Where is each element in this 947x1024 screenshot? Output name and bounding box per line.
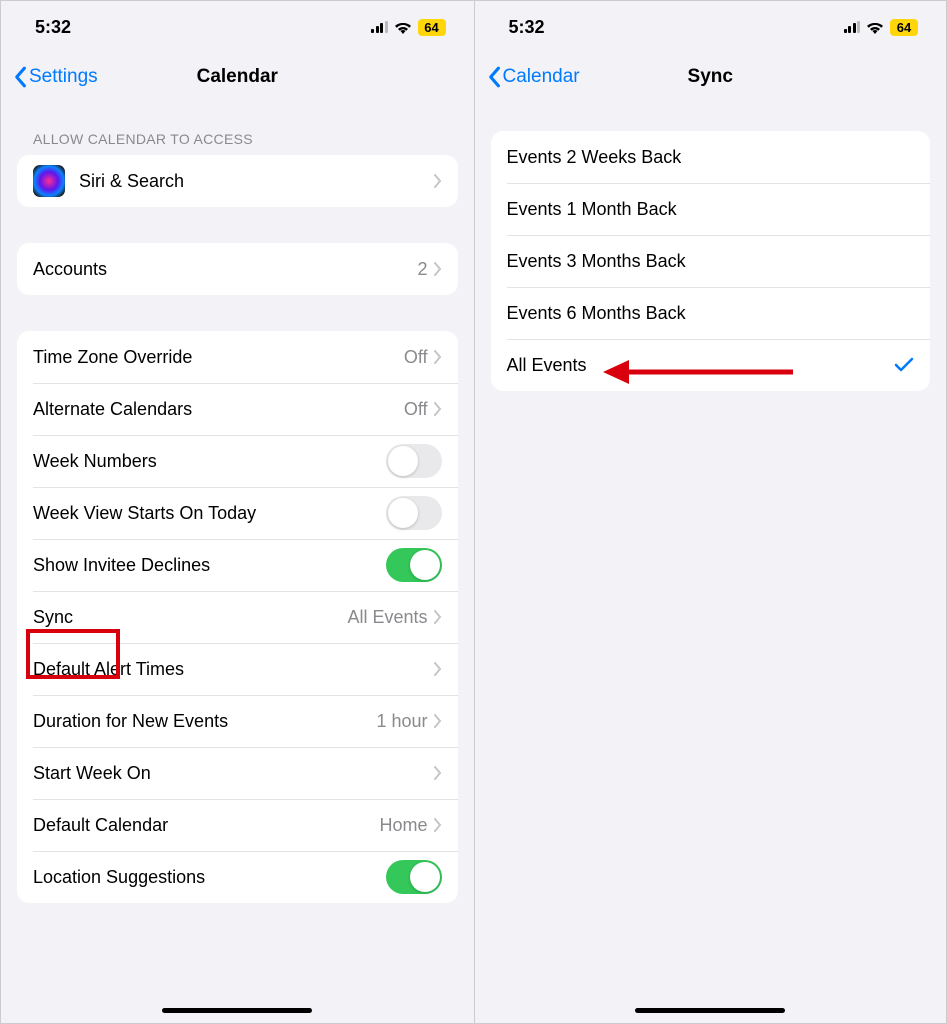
- group-accounts: Accounts 2: [17, 243, 458, 295]
- row-label: Time Zone Override: [33, 347, 404, 368]
- toggle-location-suggestions[interactable]: [386, 860, 442, 894]
- chevron-left-icon: [487, 66, 501, 88]
- wifi-icon: [866, 21, 884, 34]
- row-label: Events 1 Month Back: [507, 199, 915, 220]
- row-label: Events 6 Months Back: [507, 303, 915, 324]
- row-start-week-on[interactable]: Start Week On: [17, 747, 458, 799]
- row-label: Events 3 Months Back: [507, 251, 915, 272]
- group-sync-options: Events 2 Weeks Back Events 1 Month Back …: [491, 131, 931, 391]
- row-week-view-today[interactable]: Week View Starts On Today: [17, 487, 458, 539]
- checkmark-icon: [894, 357, 914, 373]
- back-label: Settings: [29, 66, 98, 88]
- toggle-invitee-declines[interactable]: [386, 548, 442, 582]
- toggle-week-numbers[interactable]: [386, 444, 442, 478]
- chevron-right-icon: [434, 662, 442, 676]
- row-value: All Events: [347, 607, 427, 628]
- cellular-icon: [844, 21, 861, 33]
- home-indicator[interactable]: [635, 1008, 785, 1013]
- row-duration-new-events[interactable]: Duration for New Events 1 hour: [17, 695, 458, 747]
- row-label: Events 2 Weeks Back: [507, 147, 915, 168]
- status-right: 64: [371, 19, 446, 36]
- row-label: Week View Starts On Today: [33, 503, 386, 524]
- row-location-suggestions[interactable]: Location Suggestions: [17, 851, 458, 903]
- row-sync-3months[interactable]: Events 3 Months Back: [491, 235, 931, 287]
- wifi-icon: [394, 21, 412, 34]
- chevron-right-icon: [434, 714, 442, 728]
- status-right: 64: [844, 19, 919, 36]
- row-sync[interactable]: Sync All Events: [17, 591, 458, 643]
- row-label: All Events: [507, 355, 895, 376]
- status-bar: 5:32 64: [475, 1, 947, 53]
- toggle-week-view[interactable]: [386, 496, 442, 530]
- phone-right: 5:32 64 Calendar Sync Events 2 Weeks Bac…: [474, 1, 947, 1023]
- phone-left: 5:32 64 Settings Calendar ALLOW CALENDAR…: [1, 1, 474, 1023]
- row-value: Home: [379, 815, 427, 836]
- chevron-right-icon: [434, 174, 442, 188]
- row-label: Accounts: [33, 259, 417, 280]
- back-label: Calendar: [503, 66, 580, 88]
- chevron-right-icon: [434, 262, 442, 276]
- row-sync-1month[interactable]: Events 1 Month Back: [491, 183, 931, 235]
- nav-header: Settings Calendar: [1, 53, 474, 101]
- row-label: Default Alert Times: [33, 659, 434, 680]
- row-value: 2: [417, 259, 427, 280]
- group-settings: Time Zone Override Off Alternate Calenda…: [17, 331, 458, 903]
- section-header-allow: ALLOW CALENDAR TO ACCESS: [1, 101, 474, 155]
- row-label: Alternate Calendars: [33, 399, 404, 420]
- chevron-right-icon: [434, 402, 442, 416]
- row-label: Start Week On: [33, 763, 434, 784]
- row-sync-2weeks[interactable]: Events 2 Weeks Back: [491, 131, 931, 183]
- chevron-right-icon: [434, 610, 442, 624]
- row-label: Sync: [33, 607, 347, 628]
- row-label: Duration for New Events: [33, 711, 376, 732]
- group-siri: Siri & Search: [17, 155, 458, 207]
- status-bar: 5:32 64: [1, 1, 474, 53]
- status-time: 5:32: [509, 17, 545, 38]
- row-accounts[interactable]: Accounts 2: [17, 243, 458, 295]
- row-value: Off: [404, 399, 428, 420]
- row-default-calendar[interactable]: Default Calendar Home: [17, 799, 458, 851]
- row-sync-6months[interactable]: Events 6 Months Back: [491, 287, 931, 339]
- row-week-numbers[interactable]: Week Numbers: [17, 435, 458, 487]
- cellular-icon: [371, 21, 388, 33]
- battery-icon: 64: [418, 19, 446, 36]
- row-default-alert-times[interactable]: Default Alert Times: [17, 643, 458, 695]
- row-label: Show Invitee Declines: [33, 555, 386, 576]
- row-value: Off: [404, 347, 428, 368]
- row-label: Location Suggestions: [33, 867, 386, 888]
- row-siri-search[interactable]: Siri & Search: [17, 155, 458, 207]
- chevron-right-icon: [434, 818, 442, 832]
- row-timezone-override[interactable]: Time Zone Override Off: [17, 331, 458, 383]
- back-button[interactable]: Calendar: [487, 66, 580, 88]
- row-label: Week Numbers: [33, 451, 386, 472]
- siri-icon: [33, 165, 65, 197]
- chevron-right-icon: [434, 350, 442, 364]
- row-label: Siri & Search: [79, 171, 434, 192]
- battery-icon: 64: [890, 19, 918, 36]
- row-sync-all-events[interactable]: All Events: [491, 339, 931, 391]
- row-value: 1 hour: [376, 711, 427, 732]
- nav-header: Calendar Sync: [475, 53, 947, 101]
- row-invitee-declines[interactable]: Show Invitee Declines: [17, 539, 458, 591]
- status-time: 5:32: [35, 17, 71, 38]
- home-indicator[interactable]: [162, 1008, 312, 1013]
- chevron-left-icon: [13, 66, 27, 88]
- row-alternate-calendars[interactable]: Alternate Calendars Off: [17, 383, 458, 435]
- back-button[interactable]: Settings: [13, 66, 98, 88]
- chevron-right-icon: [434, 766, 442, 780]
- row-label: Default Calendar: [33, 815, 379, 836]
